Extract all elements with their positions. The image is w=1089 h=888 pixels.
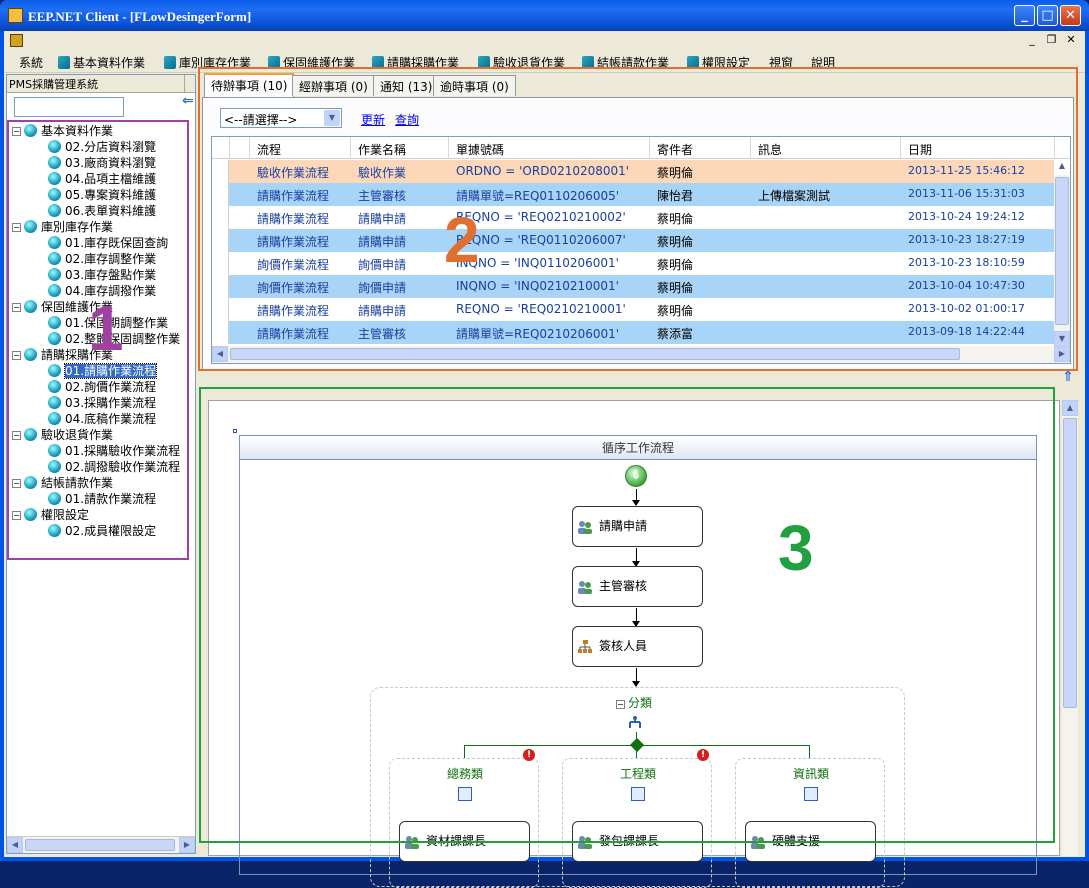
app-window: EEP.NET Client - [FLowDesingerForm] _ □ …: [0, 0, 1089, 888]
annotation-number-1: 1: [88, 292, 124, 364]
scroll-left-arrow-icon[interactable]: ◀: [7, 837, 23, 853]
scroll-thumb[interactable]: [1063, 418, 1077, 708]
annotation-number-2: 2: [444, 204, 480, 276]
client-area: _ ❐ ✕ 系統 基本資料作業 庫別庫存作業 保固維護作業 請購採購作業 驗收退…: [4, 31, 1085, 888]
app-icon: [8, 8, 23, 23]
mdi-bar: _ ❐ ✕: [4, 31, 1085, 51]
minimize-button[interactable]: _: [1014, 5, 1035, 26]
mdi-form-icon[interactable]: [10, 34, 23, 47]
menu-icon: [164, 56, 176, 69]
scroll-thumb[interactable]: [25, 839, 175, 851]
annotation-box-2: [198, 67, 1078, 371]
expand-up-arrow-icon[interactable]: ⇑: [1062, 369, 1074, 385]
close-button[interactable]: ✕: [1060, 5, 1081, 26]
menu-basic-data[interactable]: 基本資料作業: [58, 54, 145, 71]
tree-search-input[interactable]: [14, 97, 124, 117]
menu-system[interactable]: 系統: [19, 54, 43, 71]
annotation-box-3: [199, 387, 1055, 843]
title-bar: EEP.NET Client - [FLowDesingerForm] _ □ …: [0, 0, 1089, 31]
flow-vertical-scrollbar[interactable]: ▲: [1062, 400, 1078, 856]
scroll-up-arrow-icon[interactable]: ▲: [1062, 400, 1078, 416]
window-title: EEP.NET Client - [FLowDesingerForm]: [28, 9, 252, 24]
maximize-button[interactable]: □: [1037, 5, 1058, 26]
system-header: PMS採購管理系統: [7, 75, 195, 93]
annotation-number-3: 3: [778, 512, 814, 584]
mdi-minimize-button[interactable]: _: [1024, 33, 1040, 46]
mdi-close-button[interactable]: ✕: [1063, 33, 1079, 46]
header-divider: [184, 75, 185, 92]
tree-horizontal-scrollbar[interactable]: ◀ ▶: [7, 836, 195, 853]
menu-icon: [58, 56, 70, 69]
collapse-panel-arrow-icon[interactable]: ⇐: [182, 93, 194, 109]
scroll-right-arrow-icon[interactable]: ▶: [179, 837, 195, 853]
mdi-restore-button[interactable]: ❐: [1044, 33, 1060, 46]
